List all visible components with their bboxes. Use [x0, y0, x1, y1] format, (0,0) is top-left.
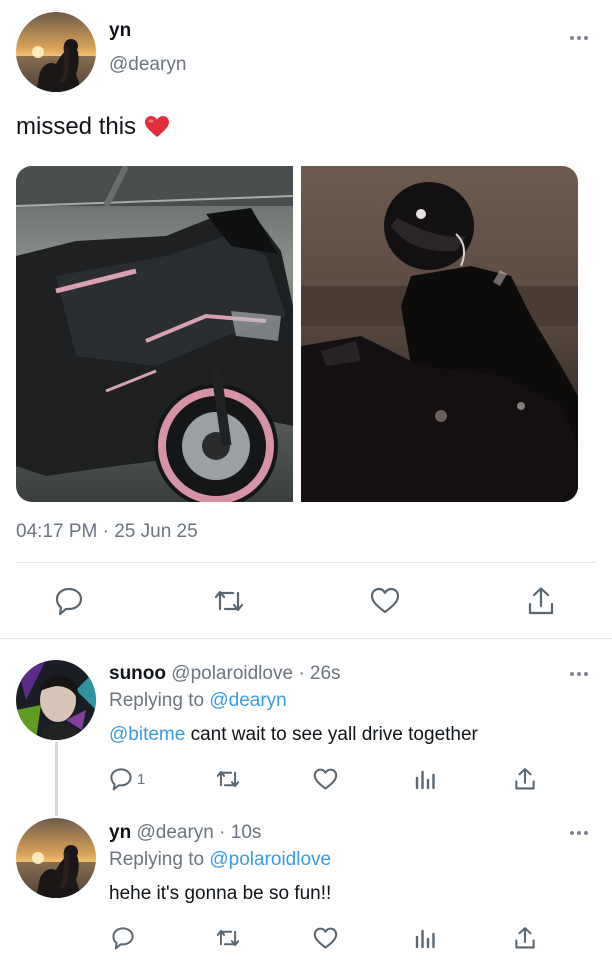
reply-2-body: hehe it's gonna be so fun!! [109, 883, 332, 904]
reply-icon[interactable] [53, 585, 85, 617]
more-icon[interactable] [570, 36, 588, 40]
reply-1-avatar[interactable] [16, 660, 96, 740]
media-image-rider[interactable] [301, 166, 578, 502]
main-avatar[interactable] [16, 12, 96, 92]
reply-1-time[interactable]: · 26s [298, 663, 340, 684]
reply-1-replying: Replying to @dearyn [109, 690, 287, 712]
media-grid[interactable] [16, 166, 578, 502]
reply-1-reply-button[interactable]: 1 [109, 766, 145, 792]
reply-2-handle[interactable]: @dearyn [136, 822, 213, 843]
retweet-icon[interactable] [212, 585, 246, 617]
share-icon[interactable] [525, 585, 557, 617]
reply-1-retweet-icon[interactable] [214, 766, 242, 792]
reply-1-replying-label: Replying to [109, 690, 205, 711]
reply-2-more-icon[interactable] [570, 831, 588, 835]
like-icon[interactable] [369, 585, 401, 617]
reply-1-share-icon[interactable] [512, 766, 538, 792]
reply-1-text: @biteme cant wait to see yall drive toge… [109, 724, 478, 746]
reply-2-replying-to-link[interactable]: @polaroidlove [209, 849, 331, 870]
reply-2-reply-icon[interactable] [109, 925, 137, 951]
reply-1-more-icon[interactable] [570, 672, 588, 676]
reply-1-reply-count: 1 [137, 770, 146, 788]
section-divider [0, 638, 612, 639]
media-image-motorcycle[interactable] [16, 166, 293, 502]
reply-2-share-icon[interactable] [512, 925, 538, 951]
thread-connector [55, 742, 58, 816]
main-timestamp[interactable]: 04:17 PM · 25 Jun 25 [16, 521, 198, 543]
reply-1-display-name[interactable]: sunoo [109, 663, 166, 684]
main-display-name[interactable]: yn [109, 20, 131, 42]
reply-1-analytics-icon[interactable] [412, 766, 438, 792]
reply-1-mention-link[interactable]: @biteme [109, 724, 185, 745]
main-tweet-text: missed this [16, 113, 137, 140]
reply-2-like-icon[interactable] [311, 925, 339, 951]
main-handle[interactable]: @dearyn [109, 54, 186, 76]
main-tweet-text-row: missed this [16, 113, 170, 141]
reply-2-retweet-icon[interactable] [214, 925, 242, 951]
reply-1-body: cant wait to see yall drive together [185, 724, 478, 745]
reply-icon [109, 767, 133, 791]
heart-emoji-icon [144, 115, 170, 139]
reply-2-avatar[interactable] [16, 818, 96, 898]
reply-2-replying-label: Replying to [109, 849, 205, 870]
reply-2-display-name[interactable]: yn [109, 822, 131, 843]
reply-2-replying: Replying to @polaroidlove [109, 849, 331, 871]
reply-1-like-icon[interactable] [311, 766, 339, 792]
reply-1-header: sunoo @polaroidlove · 26s [109, 663, 341, 685]
reply-2-header: yn @dearyn · 10s [109, 822, 261, 844]
reply-1-handle[interactable]: @polaroidlove [171, 663, 293, 684]
reply-1-replying-to-link[interactable]: @dearyn [209, 690, 286, 711]
reply-2-analytics-icon[interactable] [412, 925, 438, 951]
reply-2-time[interactable]: · 10s [219, 822, 261, 843]
main-action-divider [16, 562, 596, 563]
